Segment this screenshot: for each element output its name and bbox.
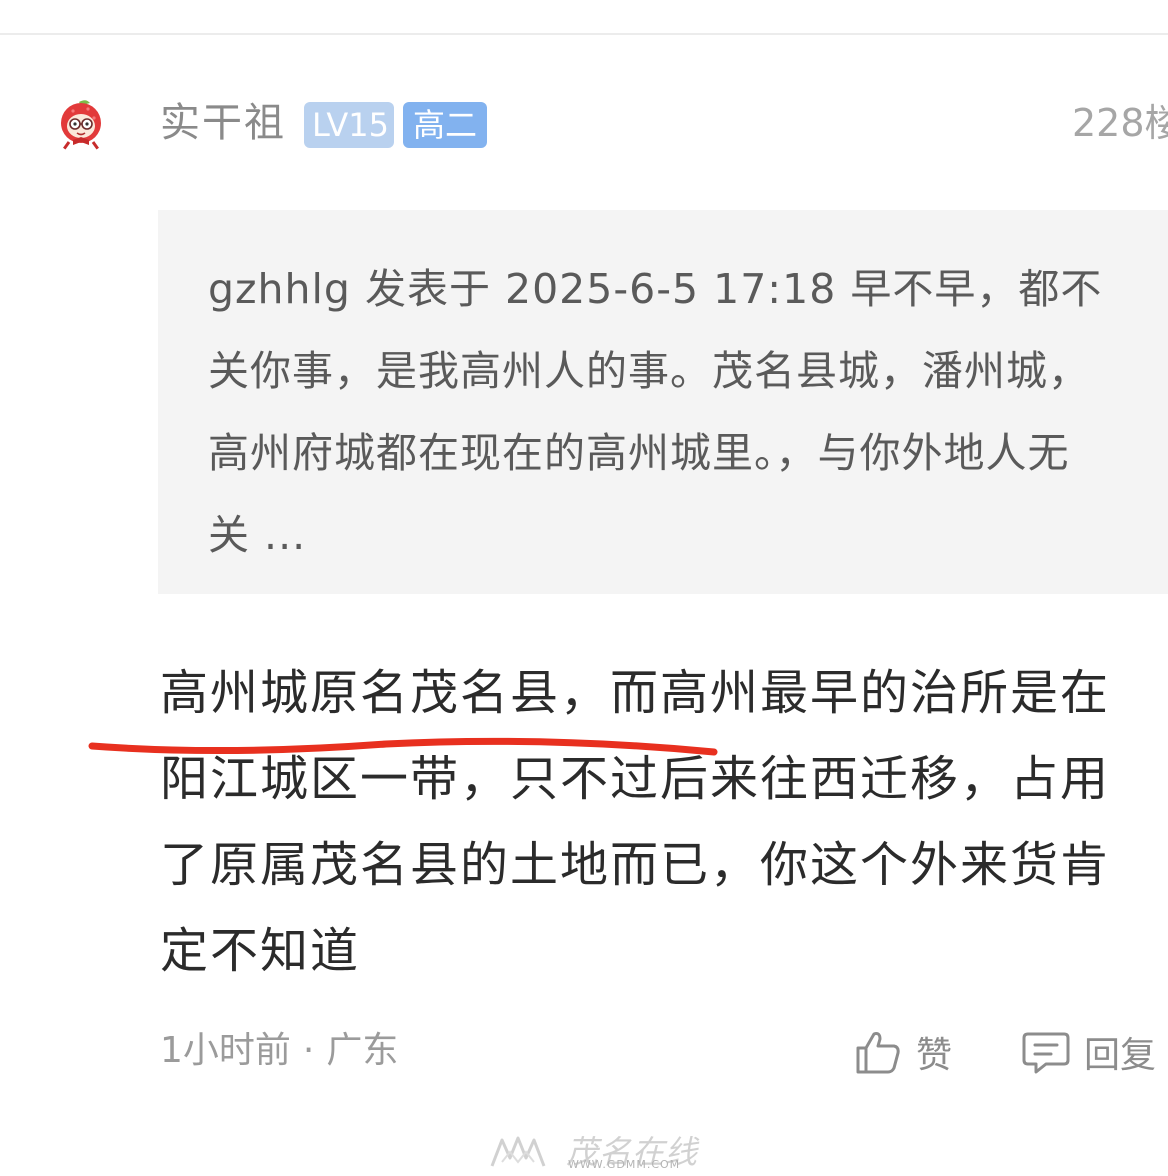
watermark-logo-icon (490, 1136, 546, 1167)
quote-text: gzhhlg 发表于 2025-6-5 17:18 早不早，都不关你事，是我高州… (208, 265, 1103, 559)
quoted-post[interactable]: gzhhlg 发表于 2025-6-5 17:18 早不早，都不关你事，是我高州… (158, 210, 1168, 594)
red-underline-mark (88, 737, 718, 756)
floor-number: 228楼 (1072, 101, 1168, 145)
lychee-avatar-icon (52, 96, 110, 154)
meta-separator: · (302, 1030, 315, 1071)
username[interactable]: 实干祖 (160, 98, 286, 148)
grade-badge: 高二 (403, 102, 487, 148)
reply-label: 回复 (1084, 1035, 1157, 1076)
thumbs-up-icon (856, 1032, 900, 1074)
timestamp: 1小时前 (160, 1030, 291, 1071)
comment-bubble-icon (1022, 1032, 1070, 1074)
comment-page: 实干祖 LV15 高二 228楼 gzhhlg 发表于 2025-6-5 17:… (0, 0, 1168, 1176)
like-button[interactable]: 赞 (852, 1024, 952, 1080)
reply-text: 高州城原名茂名县，而高州最早的治所是在阳江城区一带，只不过后来往西迁移，占用了原… (160, 665, 1111, 979)
avatar[interactable] (52, 96, 110, 154)
location: 广东 (326, 1030, 399, 1071)
level-badge: LV15 (304, 102, 394, 148)
watermark-url: WWW.GDMM.COM (568, 1158, 681, 1171)
reply-button[interactable]: 回复 (1020, 1024, 1156, 1080)
like-label: 赞 (916, 1035, 953, 1076)
top-divider (0, 33, 1168, 35)
comment-meta: 1小时前 · 广东 (160, 1028, 398, 1074)
